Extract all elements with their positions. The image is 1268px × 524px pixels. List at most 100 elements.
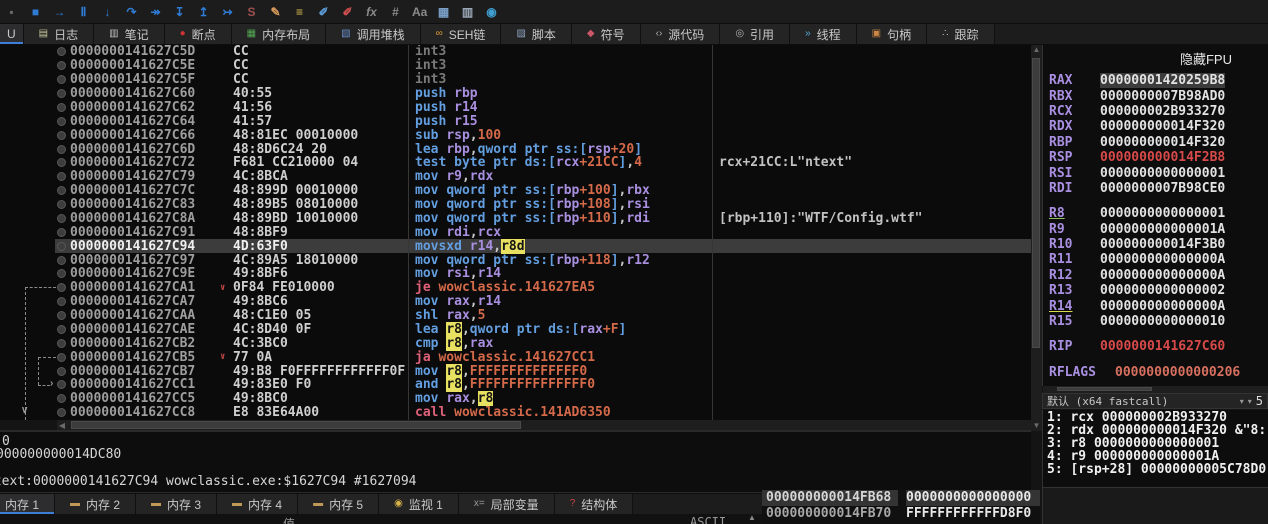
breakpoint-gutter[interactable] [55,227,70,237]
register-row[interactable]: RDI 0000000007B98CE0 [1049,181,1268,196]
scrollbar-thumb[interactable] [1032,58,1040,348]
breakpoint-gutter[interactable] [55,408,70,418]
breakpoint-gutter[interactable] [55,394,70,404]
register-row[interactable]: RFLAGS 0000000000000206 [1049,365,1268,380]
register-row[interactable]: RIP 0000000141627C60 [1049,339,1268,354]
disasm-row[interactable]: 0000000141627C7C 48:899D 00010000 mov qwor… [0,183,1031,198]
tab-dump5[interactable]: ▬ 内存 5 [298,494,380,514]
breakpoint-gutter[interactable] [55,200,70,210]
register-value[interactable]: 0000000000000001 [1100,206,1225,221]
tab-handles[interactable]: ▣ 句柄 [856,24,928,44]
tab-seh-chain[interactable]: ∞ SEH链 [420,24,502,44]
calculator-icon[interactable]: ▦ [436,1,451,23]
step-into-icon[interactable]: ↓ [100,1,115,23]
tab-call-stack[interactable]: ▧ 调用堆栈 [326,24,421,44]
register-value[interactable]: 000000000000000A [1100,299,1225,314]
breakpoint-gutter[interactable] [55,283,70,293]
breakpoint-gutter[interactable] [55,338,70,348]
run-to-user-code-icon[interactable]: ↥ [196,1,211,23]
disasm-row[interactable]: 0000000141627C72 F681 CC210000 04 test byt… [0,155,1031,170]
breakpoint-dot-icon[interactable] [57,130,66,140]
breakpoint-dot-icon[interactable] [57,269,66,279]
disasm-row[interactable]: 0000000141627C91 48:8BF9 mov rdi,rcx [0,225,1031,240]
register-row[interactable]: R9 000000000000001A [1049,222,1268,237]
breakpoint-dot-icon[interactable] [57,297,66,307]
stack-panel[interactable]: 000000000014FB68 0000000000000000 00000000… [762,490,1040,524]
scroll-down-arrow-icon[interactable]: ▼ [1031,421,1042,431]
app-window-icon[interactable]: ▪ [4,1,19,23]
register-row[interactable]: RCX 000000002B933270 [1049,104,1268,119]
stop-debug-icon[interactable]: ■ [28,1,43,23]
disasm-row[interactable]: 0000000141627C94 4D:63F0 movsxd r14,r8d [0,238,1031,254]
breakpoint-gutter[interactable] [55,255,70,265]
register-row[interactable]: RBP 000000000014F320 [1049,135,1268,150]
breakpoint-dot-icon[interactable] [57,47,66,57]
register-value[interactable]: 000000000014F320 [1100,119,1225,134]
disasm-row[interactable]: 0000000141627C6D 48:8D6C24 20 lea rbp,qwor… [0,142,1031,157]
register-value[interactable]: 000000000000000A [1100,252,1225,267]
breakpoint-dot-icon[interactable] [57,172,66,182]
tab-dump3[interactable]: ▬ 内存 3 [136,494,218,514]
breakpoint-gutter[interactable] [55,116,70,126]
disasm-row[interactable]: 0000000141627C66 48:81EC 00010000 sub rsp,… [0,128,1031,143]
tab-references[interactable]: ◎ 引用 [720,24,791,44]
tab-script[interactable]: ▨ 脚本 [501,24,572,44]
call-argument-row[interactable]: 1: rcx 000000002B933270 [1047,410,1268,423]
disassembly-panel[interactable]: 0000000141627C5D CC int3 0000000141627C5E CC… [0,45,1031,420]
hide-fpu-button[interactable]: 隐藏FPU [1180,49,1232,68]
register-value[interactable]: 000000000014F2B8 [1100,150,1225,165]
hash-icon[interactable]: # [388,1,403,23]
disasm-row[interactable]: 0000000141627CC1 49:83E0 F0 and r8,FFFFFFF… [0,377,1031,393]
disasm-row[interactable]: 0000000141627C5D CC int3 [0,45,1031,59]
tab-notes[interactable]: ▥ 笔记 [94,24,165,44]
disasm-vertical-scrollbar[interactable]: ▲ ▼ [1031,45,1042,431]
register-value[interactable]: 0000000007B98CE0 [1100,181,1225,196]
register-row[interactable]: RSP 000000000014F2B8 [1049,150,1268,165]
breakpoint-gutter[interactable] [55,75,70,85]
stack-row[interactable]: 000000000014FB70 FFFFFFFFFFFFD8F0 [762,505,1040,521]
breakpoint-dot-icon[interactable] [57,75,66,85]
register-value[interactable]: 0000000000000002 [1100,283,1225,298]
register-row[interactable]: RBX 0000000007B98AD0 [1049,88,1268,104]
tab-threads[interactable]: » 线程 [790,24,857,44]
scrollbar-thumb[interactable] [71,421,521,429]
breakpoint-dot-icon[interactable] [57,324,66,334]
disasm-row[interactable]: 0000000141627CAA 48:C1E0 05 shl rax,5 [0,308,1031,323]
register-value[interactable]: 0000000000000206 [1115,365,1240,380]
disasm-row[interactable]: 0000000141627C97 4C:89A5 18010000 mov qwor… [0,253,1031,268]
register-value[interactable]: 000000000000001A [1100,222,1225,237]
breakpoint-gutter[interactable] [55,144,70,154]
tab-locals[interactable]: x= 局部变量 [458,494,555,514]
tab-breakpoints[interactable]: ● 断点 [164,24,232,44]
breakpoint-gutter[interactable] [55,186,70,196]
tab-dump4[interactable]: ▬ 内存 4 [217,494,299,514]
register-row[interactable]: R10 000000000014F3B0 [1049,237,1268,252]
breakpoint-dot-icon[interactable] [57,408,66,418]
disasm-row[interactable]: 0000000141627C64 41:57 push r15 [0,114,1031,129]
source-mode-icon[interactable]: S [244,1,259,23]
label-brush-icon[interactable]: ✐ [340,1,355,23]
breakpoint-gutter[interactable] [55,172,70,182]
breakpoint-gutter[interactable] [55,47,70,57]
register-row[interactable]: R15 0000000000000010 [1049,314,1268,329]
breakpoint-gutter[interactable] [55,366,70,376]
argument-count-spinner[interactable]: 5 [1256,394,1263,408]
breakpoint-gutter[interactable] [55,61,70,71]
disasm-row[interactable]: 0000000141627C8A 48:89BD 10010000 mov qwor… [0,211,1031,226]
disasm-row[interactable]: 0000000141627CAE 4C:8D40 0F lea r8,qword p… [0,321,1031,337]
register-value[interactable]: 000000000014F3B0 [1100,237,1225,252]
disasm-row[interactable]: 0000000141627C9E 49:8BF6 mov rsi,r14 [0,266,1031,281]
breakpoint-gutter[interactable] [55,213,70,223]
step-out-icon[interactable]: ↧ [172,1,187,23]
register-row[interactable]: R12 000000000000000A [1049,268,1268,283]
breakpoint-dot-icon[interactable] [57,144,66,154]
breakpoint-gutter[interactable] [55,89,70,99]
register-value[interactable]: 0000000007B98AD0 [1100,89,1225,104]
tab-source[interactable]: ‹› 源代码 [640,24,721,44]
breakpoint-dot-icon[interactable] [57,394,66,404]
register-row[interactable]: R14 000000000000000A [1049,298,1268,314]
breakpoint-dot-icon[interactable] [57,102,66,112]
breakpoint-dot-icon[interactable] [57,116,66,126]
breakpoint-gutter[interactable] [55,324,70,334]
call-argument-row[interactable]: 3: r8 0000000000000001 [1047,436,1268,449]
